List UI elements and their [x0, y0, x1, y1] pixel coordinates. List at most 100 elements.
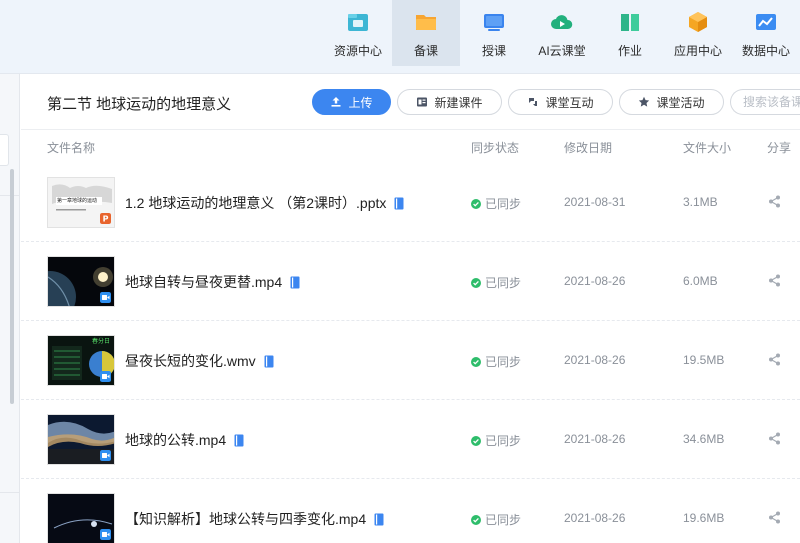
file-name-text: 【知识解析】地球公转与四季变化.mp4 [125, 511, 367, 527]
nav-item-ai-classroom[interactable]: AI云课堂 [528, 0, 596, 66]
table-row[interactable]: 地球自转与昼夜更替.mp4 已同步 2021-08-26 6.0MB [21, 242, 800, 321]
cube-icon [689, 12, 707, 32]
main-nav: 资源中心 备课 授课 AI云课堂 作业 应用中心 数据中心 [324, 0, 800, 66]
nav-item-app-center[interactable]: 应用中心 [664, 0, 732, 66]
sync-status: 已同步 [471, 511, 521, 528]
sync-status: 已同步 [471, 432, 521, 449]
new-courseware-label: 新建课件 [434, 95, 483, 110]
file-size: 19.5MB [683, 353, 725, 367]
file-name-text: 1.2 地球运动的地理意义 （第2课时）.pptx [125, 195, 387, 211]
courseware-icon [417, 97, 428, 107]
file-size: 6.0MB [683, 274, 718, 288]
table-row[interactable]: 【知识解析】地球公转与四季变化.mp4 已同步 2021-08-26 19.6M… [21, 479, 800, 543]
folder-box-icon [348, 14, 368, 31]
file-thumbnail[interactable] [47, 414, 115, 465]
file-name-text: 昼夜长短的变化.wmv [125, 353, 256, 369]
column-header-date[interactable]: 修改日期 [564, 139, 612, 156]
search-input[interactable]: 搜索该备课 [730, 89, 800, 115]
share-icon[interactable] [768, 195, 781, 208]
sidebar-scrollbar[interactable] [10, 169, 14, 404]
column-header-share: 分享 [767, 141, 792, 155]
thumbnail-caption-text: 春分日 [92, 339, 111, 345]
nav-label: 备课 [413, 44, 438, 58]
column-header-size[interactable]: 文件大小 [683, 139, 731, 156]
share-icon[interactable] [768, 511, 781, 524]
sync-status: 已同步 [471, 353, 521, 370]
nav-label: 作业 [617, 44, 642, 58]
modified-date: 2021-08-26 [564, 511, 626, 525]
file-name-text: 地球自转与昼夜更替.mp4 [125, 274, 283, 290]
file-name[interactable]: 地球的公转.mp4 [125, 430, 244, 450]
divider [0, 492, 20, 493]
file-size: 3.1MB [683, 195, 718, 209]
nav-item-homework[interactable]: 作业 [596, 0, 664, 66]
bookmark-icon [290, 276, 300, 288]
bookmark-icon [374, 513, 384, 525]
upload-icon [331, 97, 341, 107]
file-name[interactable]: 昼夜长短的变化.wmv [125, 351, 274, 371]
nav-label: 数据中心 [741, 44, 790, 58]
folder-icon [416, 15, 436, 30]
column-header-name[interactable]: 文件名称 [47, 139, 95, 156]
page-title: 第二节 地球运动的地理意义 [47, 96, 232, 113]
bookmark-icon [234, 434, 244, 446]
left-sidebar [0, 74, 20, 543]
share-icon[interactable] [768, 353, 781, 366]
nav-label: 资源中心 [333, 44, 382, 58]
check-circle-icon [471, 514, 481, 525]
nav-label: 应用中心 [673, 44, 722, 58]
top-bar: 资源中心 备课 授课 AI云课堂 作业 应用中心 数据中心 [0, 0, 800, 74]
modified-date: 2021-08-26 [564, 274, 626, 288]
file-thumbnail[interactable]: 春分日 [47, 335, 115, 386]
table-row[interactable]: 地球的公转.mp4 已同步 2021-08-26 34.6MB [21, 400, 800, 479]
file-name[interactable]: 地球自转与昼夜更替.mp4 [125, 272, 300, 292]
video-badge-icon [100, 371, 111, 382]
modified-date: 2021-08-31 [564, 195, 626, 209]
file-name-text: 地球的公转.mp4 [125, 432, 227, 448]
share-icon[interactable] [768, 274, 781, 287]
nav-item-teaching[interactable]: 授课 [460, 0, 528, 66]
nav-item-resource-center[interactable]: 资源中心 [324, 0, 392, 66]
table-row[interactable]: 春分日 昼夜长短的变化.wmv 已同步 2021-08-26 19.5MB [21, 321, 800, 400]
file-thumbnail[interactable] [47, 256, 115, 307]
class-interaction-label: 课堂互动 [545, 95, 594, 110]
file-name[interactable]: 1.2 地球运动的地理意义 （第2课时）.pptx [125, 193, 404, 213]
class-interaction-button[interactable]: 课堂互动 [508, 89, 613, 115]
video-badge-icon [100, 292, 111, 303]
file-thumbnail[interactable] [47, 493, 115, 543]
class-activity-button[interactable]: 课堂活动 [619, 89, 724, 115]
check-circle-icon [471, 435, 481, 446]
file-size: 19.6MB [683, 511, 725, 525]
video-badge-icon [100, 529, 111, 540]
sidebar-collapse-tab[interactable] [0, 134, 9, 166]
video-badge-icon [100, 450, 111, 461]
upload-button-label: 上传 [348, 95, 373, 110]
class-activity-label: 课堂活动 [656, 95, 705, 110]
book-icon [621, 14, 639, 31]
share-icon[interactable] [768, 432, 781, 445]
sync-status-text: 已同步 [485, 355, 522, 369]
upload-button[interactable]: 上传 [312, 89, 391, 115]
bookmark-icon [264, 355, 274, 367]
nav-item-data-center[interactable]: 数据中心 [732, 0, 800, 66]
slide-title-text: 第一章地球的运动 [57, 198, 98, 204]
content-header: 第二节 地球运动的地理意义 上传 新建课件 课堂互动 课堂活动 搜索该备课 [21, 74, 800, 130]
sync-status: 已同步 [471, 195, 521, 212]
nav-item-lesson-prep[interactable]: 备课 [392, 0, 460, 66]
sync-status-text: 已同步 [485, 513, 522, 527]
sync-status-text: 已同步 [485, 197, 522, 211]
file-name[interactable]: 【知识解析】地球公转与四季变化.mp4 [125, 509, 384, 529]
table-row[interactable]: 第一章地球的运动 P 1.2 地球运动的地理意义 （第2课时）.pptx 已同步… [21, 163, 800, 242]
table-header: 文件名称 同步状态 修改日期 文件大小 分享 [21, 131, 800, 163]
star-icon [639, 96, 650, 107]
file-thumbnail[interactable]: 第一章地球的运动 P [47, 177, 115, 228]
interaction-icon [529, 98, 538, 106]
ppt-badge-icon: P [100, 213, 111, 224]
nav-label: 授课 [481, 44, 506, 58]
sync-status-text: 已同步 [485, 434, 522, 448]
sync-status-text: 已同步 [485, 276, 522, 290]
modified-date: 2021-08-26 [564, 432, 626, 446]
check-circle-icon [471, 198, 481, 209]
column-header-sync[interactable]: 同步状态 [471, 139, 519, 156]
new-courseware-button[interactable]: 新建课件 [397, 89, 502, 115]
